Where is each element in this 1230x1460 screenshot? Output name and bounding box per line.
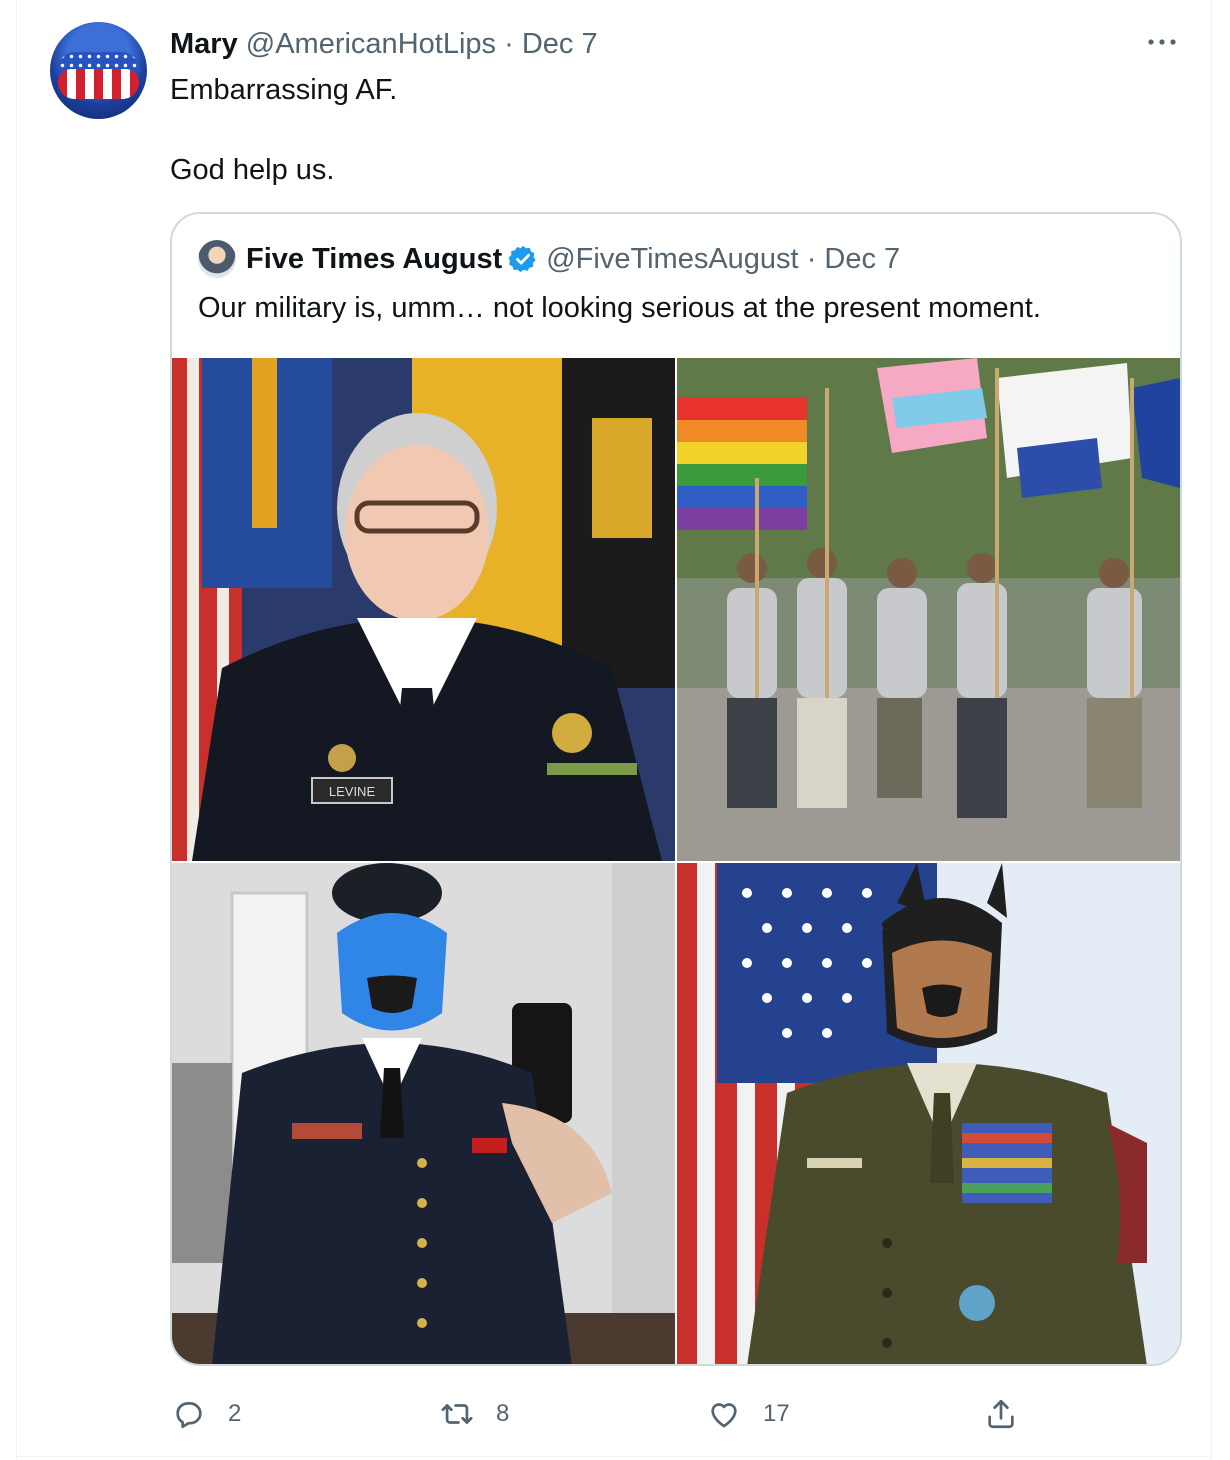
retweet-count: 8 — [496, 1400, 510, 1427]
tweet-text-line: God help us. — [170, 154, 335, 186]
like-button[interactable]: 17 — [707, 1394, 790, 1434]
divider — [16, 1456, 1212, 1457]
media-photo-4[interactable] — [677, 863, 1180, 1364]
quoted-author-name: Five Times August — [246, 243, 503, 275]
separator-dot: · — [806, 243, 817, 275]
share-icon — [988, 1399, 1014, 1429]
verified-badge-icon — [508, 245, 536, 272]
media-grid: LEVINE — [172, 358, 1180, 1364]
quoted-tweet-header: Five Times August @FiveTimesAugust · Dec… — [246, 240, 900, 278]
quoted-tweet[interactable]: Five Times August @FiveTimesAugust · Dec… — [170, 212, 1182, 1366]
separator-dot: · — [504, 28, 514, 60]
quoted-author-avatar — [198, 240, 236, 278]
tweet-header: Mary @AmericanHotLips · Dec 7 — [170, 26, 598, 62]
like-count: 17 — [763, 1400, 790, 1427]
more-horizontal-icon[interactable] — [1146, 30, 1178, 54]
retweet-button[interactable]: 8 — [440, 1394, 509, 1434]
author-name[interactable]: Mary — [170, 28, 238, 60]
media-photo-2[interactable] — [677, 358, 1180, 861]
tweet-text: Embarrassing AF. God help us. — [170, 70, 1130, 190]
retweet-icon — [441, 1404, 473, 1424]
tweet-date[interactable]: Dec 7 — [522, 28, 598, 60]
media-photo-3[interactable] — [172, 863, 675, 1364]
tweet-text-line: Embarrassing AF. — [170, 74, 398, 106]
quoted-tweet-text: Our military is, umm… not looking seriou… — [198, 292, 1041, 324]
name-badge: LEVINE — [329, 784, 376, 799]
share-button[interactable] — [984, 1394, 1018, 1434]
quoted-tweet-date: Dec 7 — [824, 243, 901, 275]
heart-icon — [711, 1403, 737, 1428]
reply-button[interactable]: 2 — [172, 1394, 241, 1434]
reply-count: 2 — [228, 1400, 242, 1427]
tweet-actions: 2 8 17 — [0, 1394, 1230, 1434]
media-photo-1[interactable]: LEVINE — [172, 358, 675, 861]
author-avatar[interactable] — [50, 22, 147, 119]
quoted-author-handle: @FiveTimesAugust — [546, 243, 799, 275]
reply-icon — [176, 1402, 202, 1429]
avatar-lips-pattern — [58, 69, 139, 99]
author-handle[interactable]: @AmericanHotLips — [246, 28, 496, 60]
